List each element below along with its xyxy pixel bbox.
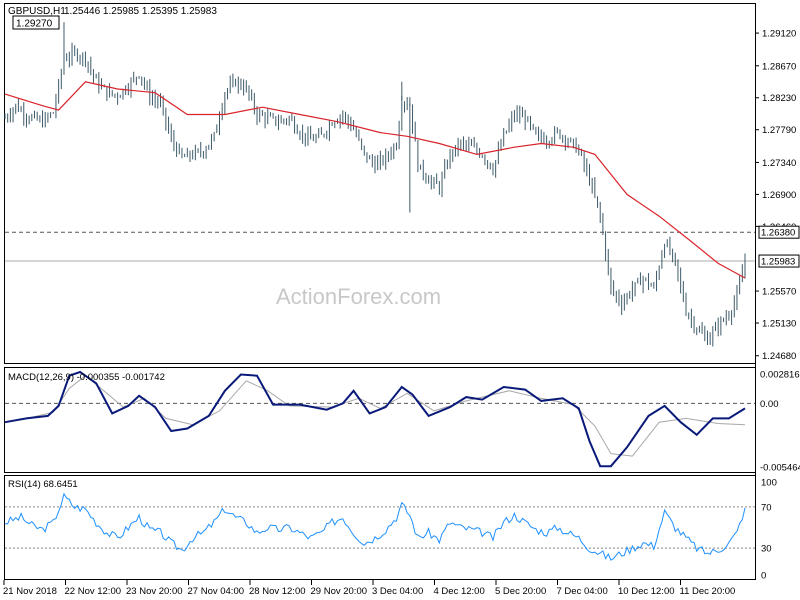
last-price-label: 1.25983 [761,257,795,268]
time-tick-label: 11 Dec 20:00 [680,586,736,597]
chart-canvas: ActionForex.com 1.291201.286701.282301.2… [3,3,800,597]
macd-y-tick-label: 0.002816 [760,370,800,381]
price-y-tick-label: 1.26900 [762,190,796,201]
dashed-level-label: 1.26380 [761,228,795,239]
ohlc-readout: 1.25446 1.25985 1.25395 1.25983 [64,6,217,17]
high-marker-label: 1.29270 [16,19,53,30]
price-y-axis: 1.29120 1.28670 1.28230 1.27790 1.27340 1.269… [755,29,796,362]
price-y-tick-label: 1.28670 [762,61,796,72]
time-tick-label: 27 Nov 04:00 [188,586,245,597]
rsi-panel-frame [4,475,756,580]
rsi-label: RSI(14) 68.6451 [8,479,78,490]
price-panel-frame [4,3,756,364]
macd-y-axis: 0.002816 0.00 -0.005464 [760,370,800,474]
rsi-y-tick-label: 70 [761,502,772,513]
macd-label: MACD(12,26,9) -0.000355 -0.001742 [8,372,165,383]
macd-panel-frame [4,367,756,473]
rsi-y-tick-label: 100 [761,478,777,489]
price-y-tick-label: 1.28230 [762,93,796,104]
rsi-y-tick-label: 30 [761,544,772,555]
macd-y-tick-label: 0.00 [760,399,779,410]
symbol-label: GBPUSD,H1 [8,6,66,17]
rsi-y-axis: 100 70 30 0 [761,478,777,582]
time-axis: 21 Nov 2018 22 Nov 12:00 23 Nov 20:00 27 No… [3,580,735,597]
price-y-tick-label: 1.25570 [762,287,796,298]
watermark-text: ActionForex.com [276,284,441,309]
time-tick-label: 28 Nov 12:00 [249,586,306,597]
time-tick-label: 3 Dec 04:00 [372,586,423,597]
time-tick-label: 29 Nov 20:00 [311,586,368,597]
time-tick-label: 10 Dec 12:00 [618,586,675,597]
time-tick-label: 5 Dec 20:00 [495,586,546,597]
time-tick-label: 21 Nov 2018 [3,586,57,597]
time-tick-label: 23 Nov 20:00 [126,586,183,597]
time-tick-label: 7 Dec 04:00 [557,586,608,597]
time-tick-label: 4 Dec 12:00 [434,586,485,597]
price-y-tick-label: 1.24680 [762,351,796,362]
price-y-tick-label: 1.27340 [762,158,796,169]
time-tick-label: 22 Nov 12:00 [65,586,122,597]
price-y-tick-label: 1.25130 [762,319,796,330]
price-y-tick-label: 1.27790 [762,125,796,136]
price-y-tick-label: 1.29120 [762,29,796,40]
macd-y-tick-label: -0.005464 [760,463,800,474]
rsi-y-tick-label: 0 [761,571,766,582]
